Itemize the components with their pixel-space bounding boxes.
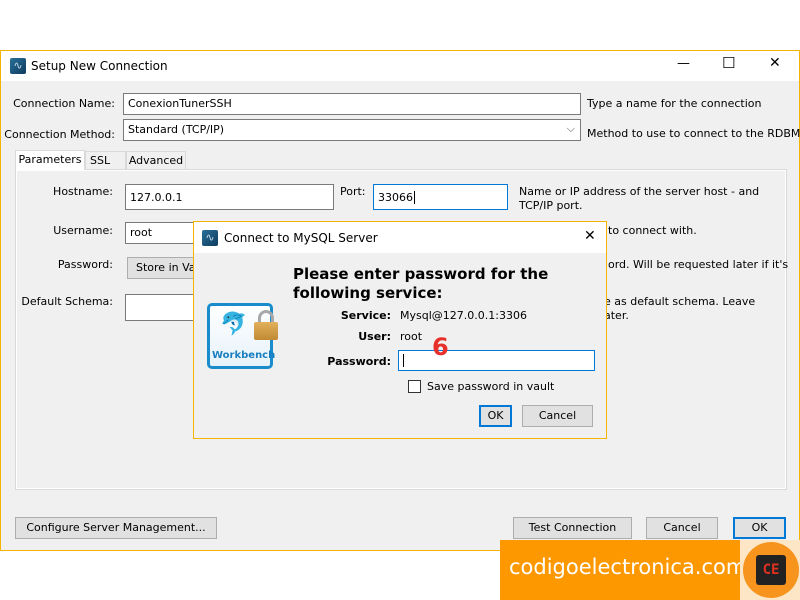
host-hint-line-1: Name or IP address of the server host - … <box>519 185 760 198</box>
watermark-logo: CE <box>740 540 800 600</box>
connection-method-hint: Method to use to connect to the RDBMS <box>587 127 800 140</box>
dialog-password-input[interactable] <box>398 350 595 371</box>
dialog-close-icon[interactable]: ✕ <box>584 228 596 244</box>
host-hint-line-2: TCP/IP port. <box>519 199 583 212</box>
ok-button[interactable]: OK <box>733 517 786 539</box>
logo-text: Workbench <box>212 350 276 361</box>
password-label: Password: <box>327 355 391 368</box>
chip-icon: CE <box>756 555 786 585</box>
connection-method-select[interactable]: Standard (TCP/IP) ⌵ <box>123 119 581 141</box>
dialog-ok-button[interactable]: OK <box>479 405 512 427</box>
connect-to-mysql-dialog: ∿ Connect to MySQL Server ✕ 🐬 Workbench … <box>193 221 607 439</box>
username-hint: to connect with. <box>608 224 697 237</box>
port-input[interactable]: 33066 <box>373 184 508 210</box>
mysql-workbench-icon: ∿ <box>10 58 26 74</box>
dolphin-icon: 🐬 <box>220 312 248 337</box>
dialog-heading-line-2: following service: <box>293 284 443 302</box>
connection-method-label: Connection Method: <box>4 128 115 141</box>
tab-advanced[interactable]: Advanced <box>126 151 186 170</box>
connection-method-value: Standard (TCP/IP) <box>128 123 225 136</box>
tab-ssl[interactable]: SSL <box>85 151 126 170</box>
username-label: Username: <box>53 224 113 237</box>
minimize-icon[interactable]: — <box>677 56 690 71</box>
connection-name-label: Connection Name: <box>13 97 115 110</box>
default-schema-hint-1: e as default schema. Leave <box>604 295 756 308</box>
watermark-banner: codigoelectronica.com <box>500 540 746 600</box>
window-title: Setup New Connection <box>31 59 168 73</box>
default-schema-hint-2: ater. <box>604 309 629 322</box>
default-schema-label: Default Schema: <box>21 295 113 308</box>
close-icon[interactable]: ✕ <box>769 55 781 71</box>
port-label: Port: <box>340 185 366 198</box>
port-value: 33066 <box>378 191 413 204</box>
hostname-input[interactable]: 127.0.0.1 <box>125 184 334 210</box>
hostname-label: Hostname: <box>53 185 113 198</box>
service-label: Service: <box>340 309 391 322</box>
connection-name-input[interactable]: ConexionTunerSSH <box>123 93 581 115</box>
watermark-text: codigoelectronica.com <box>509 555 747 579</box>
password-hint: ord. Will be requested later if it's <box>608 258 789 271</box>
maximize-icon[interactable]: ☐ <box>722 54 735 72</box>
title-bar: ∿ Setup New Connection — ☐ ✕ <box>1 51 799 81</box>
cancel-button[interactable]: Cancel <box>646 517 718 539</box>
dialog-title-bar: ∿ Connect to MySQL Server ✕ <box>194 222 606 253</box>
save-password-label[interactable]: Save password in vault <box>427 380 554 393</box>
service-value: Mysql@127.0.0.1:3306 <box>400 309 527 322</box>
dialog-cancel-button[interactable]: Cancel <box>522 405 593 427</box>
test-connection-button[interactable]: Test Connection <box>513 517 632 539</box>
user-label: User: <box>358 330 391 343</box>
user-value: root <box>400 330 423 343</box>
configure-server-management-button[interactable]: Configure Server Management... <box>15 517 217 539</box>
padlock-icon <box>254 310 278 340</box>
mysql-workbench-icon: ∿ <box>202 230 218 246</box>
annotation-step-number: 6 <box>432 333 449 361</box>
dialog-heading-line-1: Please enter password for the <box>293 265 549 283</box>
chevron-down-icon: ⌵ <box>566 122 575 135</box>
dialog-title: Connect to MySQL Server <box>224 231 378 245</box>
tab-parameters[interactable]: Parameters <box>15 150 85 170</box>
password-label: Password: <box>57 258 113 271</box>
save-password-checkbox[interactable] <box>408 380 421 393</box>
connection-name-hint: Type a name for the connection <box>587 97 762 110</box>
